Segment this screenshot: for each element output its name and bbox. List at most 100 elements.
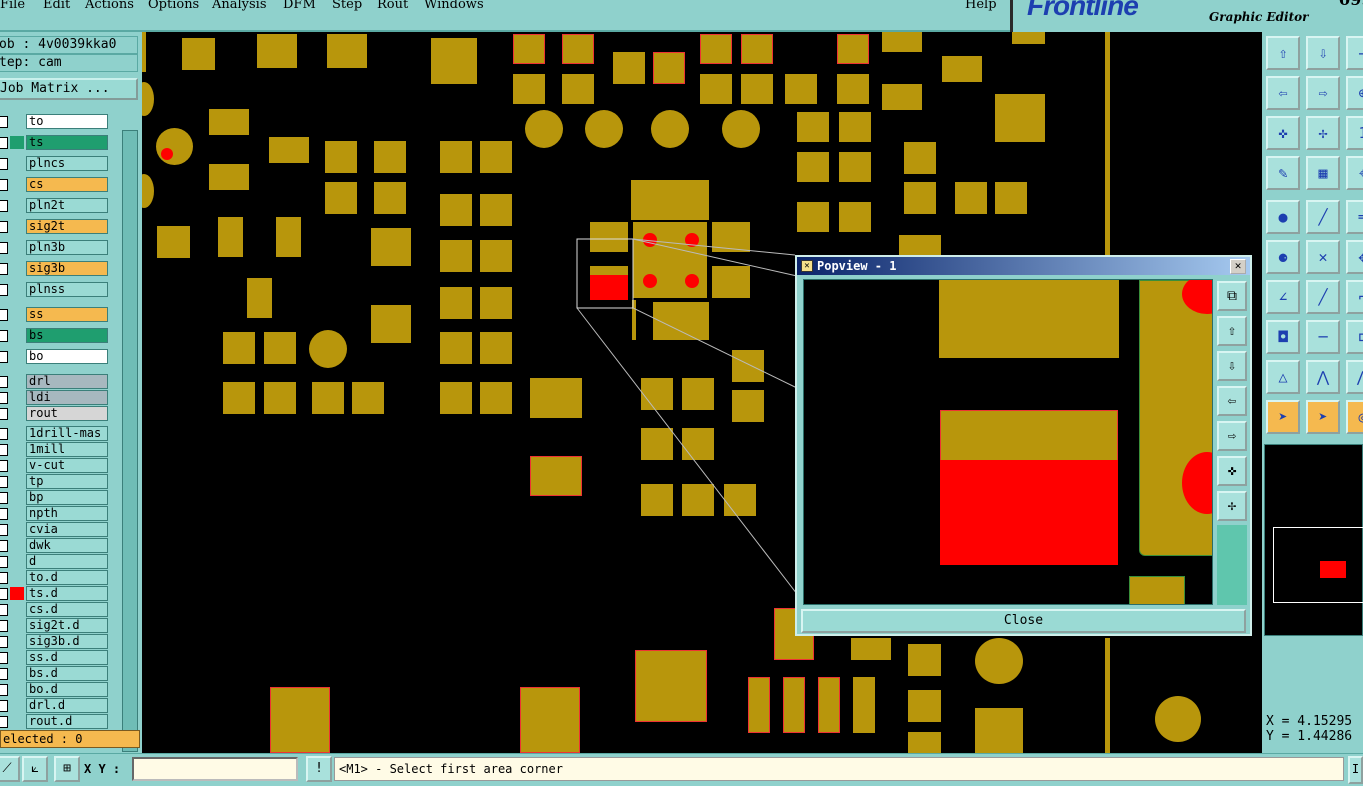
layer-row[interactable]: pln2t [0, 198, 110, 213]
xy-input[interactable] [132, 757, 298, 781]
layer-row[interactable]: 1mill [0, 442, 110, 457]
layer-row[interactable]: tp [0, 474, 110, 489]
layer-name[interactable]: bo.d [26, 682, 108, 697]
layer-checkbox[interactable] [0, 330, 8, 342]
layer-row[interactable]: dwk [0, 538, 110, 553]
layer-name[interactable]: to [26, 114, 108, 129]
layer-checkbox[interactable] [0, 158, 8, 170]
zoom-in-icon[interactable]: ✜ [1217, 456, 1247, 486]
layer-name[interactable]: sig2t [26, 219, 108, 234]
select-arrow-icon[interactable]: ➤ [1266, 400, 1300, 434]
layer-row[interactable]: ts.d [0, 586, 110, 601]
layer-checkbox[interactable] [0, 636, 8, 648]
layer-checkbox[interactable] [0, 556, 8, 568]
layer-checkbox[interactable] [0, 508, 8, 520]
layer-checkbox[interactable] [0, 408, 8, 420]
layer-name[interactable]: 1drill-mas [26, 426, 108, 441]
layer-row[interactable]: sig3b [0, 261, 110, 276]
layer-checkbox[interactable] [0, 179, 8, 191]
layer-checkbox[interactable] [0, 668, 8, 680]
layer-checkbox[interactable] [0, 476, 8, 488]
layer-name[interactable]: 1mill [26, 442, 108, 457]
layer-name[interactable]: ts [26, 135, 108, 150]
layer-name[interactable]: npth [26, 506, 108, 521]
layer-name[interactable]: tp [26, 474, 108, 489]
select-circle-icon[interactable]: ◎ [1346, 400, 1363, 434]
layer-checkbox[interactable] [0, 116, 8, 128]
popview-canvas[interactable] [803, 279, 1213, 605]
layer-row[interactable]: cs.d [0, 602, 110, 617]
layer-name[interactable]: cs.d [26, 602, 108, 617]
menu-analysis[interactable]: Analysis [212, 0, 267, 12]
layer-row[interactable]: pln3b [0, 240, 110, 255]
connect-icon[interactable]: ⚈ [1266, 240, 1300, 274]
diagonal-icon[interactable]: ╱ [1306, 280, 1340, 314]
layer-checkbox[interactable] [0, 460, 8, 472]
add-line-icon[interactable]: ╱ [1306, 200, 1340, 234]
popview-titlebar[interactable]: ✕ Popview - 1 ✕ [797, 257, 1250, 275]
layer-name[interactable]: sig2t.d [26, 618, 108, 633]
triangle-icon[interactable]: △ [1266, 360, 1300, 394]
layer-name[interactable]: ss.d [26, 650, 108, 665]
menu-step[interactable]: Step [332, 0, 362, 12]
layer-row[interactable]: bs [0, 328, 110, 343]
layer-checkbox[interactable] [0, 684, 8, 696]
overview-map[interactable] [1264, 444, 1363, 636]
pan-icon[interactable]: ⇥ [1346, 36, 1363, 70]
menu-options[interactable]: Options [148, 0, 199, 12]
layer-checkbox[interactable] [0, 242, 8, 254]
layer-name[interactable]: v-cut [26, 458, 108, 473]
menu-windows[interactable]: Windows [424, 0, 484, 12]
menu-rout[interactable]: Rout [377, 0, 408, 12]
layer-row[interactable]: ldi [0, 390, 110, 405]
layer-checkbox[interactable] [0, 263, 8, 275]
layer-row[interactable]: bo [0, 349, 110, 364]
layer-row[interactable]: ss [0, 307, 110, 322]
layer-checkbox[interactable] [0, 444, 8, 456]
bend-icon[interactable]: ⌐ [1346, 280, 1363, 314]
pan-left-icon[interactable]: ⇦ [1217, 386, 1247, 416]
layer-name[interactable]: pln3b [26, 240, 108, 255]
move-icon[interactable]: ✥ [1346, 240, 1363, 274]
info-button[interactable]: I [1348, 756, 1363, 784]
layer-checkbox[interactable] [0, 351, 8, 363]
layer-name[interactable]: pln2t [26, 198, 108, 213]
pan-up-icon[interactable]: ⇧ [1266, 36, 1300, 70]
node-icon[interactable]: ◘ [1266, 320, 1300, 354]
pan-down-icon[interactable]: ⇩ [1306, 36, 1340, 70]
layer-name[interactable]: dwk [26, 538, 108, 553]
pan-down-icon[interactable]: ⇩ [1217, 351, 1247, 381]
cross-icon[interactable]: ✕ [1306, 240, 1340, 274]
layer-row[interactable]: rout.d [0, 714, 110, 729]
layer-name[interactable]: drl.d [26, 698, 108, 713]
layer-name[interactable]: to.d [26, 570, 108, 585]
layer-row[interactable]: sig3b.d [0, 634, 110, 649]
layer-row[interactable]: plnss [0, 282, 110, 297]
pan-right-icon[interactable]: ⇨ [1217, 421, 1247, 451]
layer-name[interactable]: sig3b.d [26, 634, 108, 649]
arc-icon[interactable]: ⋀ [1306, 360, 1340, 394]
angle-icon[interactable]: ∠ [1266, 280, 1300, 314]
bracket-icon[interactable]: ⊏ [1346, 320, 1363, 354]
layer-row[interactable]: rout [0, 406, 110, 421]
close-icon[interactable]: ✕ [1230, 259, 1246, 274]
layer-name[interactable]: rout [26, 406, 108, 421]
layer-row[interactable]: bs.d [0, 666, 110, 681]
layer-name[interactable]: bs.d [26, 666, 108, 681]
polygon-icon[interactable]: ⋀ [1346, 360, 1363, 394]
snap-icon[interactable]: ⌖ [1346, 156, 1363, 190]
menu-dfm[interactable]: DFM [283, 0, 316, 12]
scale-icon[interactable]: 1 [1346, 116, 1363, 150]
ruler-icon[interactable]: ═ [1346, 200, 1363, 234]
menu-help[interactable]: Help [965, 0, 997, 12]
popview-scroll[interactable] [1217, 525, 1247, 605]
layer-row[interactable]: to.d [0, 570, 110, 585]
layer-row[interactable]: bo.d [0, 682, 110, 697]
layer-checkbox[interactable] [0, 492, 8, 504]
zoom-window-icon[interactable]: ⧉ [1217, 281, 1247, 311]
layer-row[interactable]: v-cut [0, 458, 110, 473]
layer-row[interactable]: drl.d [0, 698, 110, 713]
menu-actions[interactable]: Actions [85, 0, 134, 12]
select-box-icon[interactable]: ➤ [1306, 400, 1340, 434]
layer-checkbox[interactable] [0, 652, 8, 664]
